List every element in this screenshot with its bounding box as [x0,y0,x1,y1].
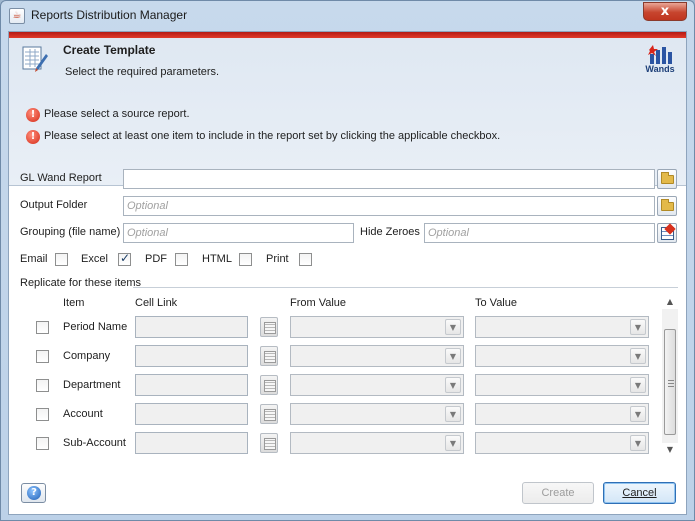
hide-zeroes-picker-button[interactable] [657,223,677,243]
from-value-dropdown[interactable]: ▼ [290,374,464,396]
error-message-items: Please select at least one item to inclu… [44,130,501,142]
format-label-print: Print [266,253,289,265]
cell-picker-button[interactable] [260,375,278,395]
format-label-excel: Excel [81,253,108,265]
scroll-up-icon[interactable]: ▲ [662,295,678,309]
row-checkbox-sub-account[interactable] [36,437,49,450]
folder-icon [661,199,674,211]
to-value-dropdown[interactable]: ▼ [475,374,649,396]
row-checkbox-company[interactable] [36,350,49,363]
scroll-thumb[interactable] [664,329,676,435]
column-header-from-value: From Value [290,297,347,309]
window-title: Reports Distribution Manager [31,8,188,22]
cell-link-input[interactable] [135,316,248,338]
pdf-checkbox[interactable] [175,253,188,266]
dialog-window: ☕ Reports Distribution Manager x Create … [0,0,695,521]
row-checkbox-account[interactable] [36,408,49,421]
cell-picker-button[interactable] [260,317,278,337]
cell-picker-button[interactable] [260,346,278,366]
java-app-icon: ☕ [9,8,25,24]
row-label-company: Company [63,350,111,362]
to-value-dropdown[interactable]: ▼ [475,345,649,367]
grouping-field[interactable]: Optional [123,223,354,243]
cell-link-input[interactable] [135,432,248,454]
error-icon: ! [26,130,40,144]
email-checkbox[interactable] [55,253,68,266]
help-icon: ? [27,486,41,500]
replicate-section-label: Replicate for these items [20,277,142,289]
items-scrollbar[interactable]: ▲ ▼ [662,295,678,457]
format-label-pdf: PDF [145,253,167,265]
error-icon: ! [26,108,40,122]
help-button[interactable]: ? [21,483,46,503]
browse-folder-button[interactable] [657,196,677,216]
excel-checkbox[interactable] [118,251,131,266]
column-header-cell-link: Cell Link [135,297,178,309]
gl-wand-report-field[interactable] [123,169,655,189]
header-subtitle: Select the required parameters. [65,66,220,78]
close-button[interactable]: x [643,2,687,21]
logo-text: Wands [645,64,675,74]
cell-link-input[interactable] [135,374,248,396]
cell-picker-button[interactable] [260,433,278,453]
cell-link-input[interactable] [135,403,248,425]
folder-icon [661,172,674,184]
grouping-label: Grouping (file name) [20,226,121,238]
format-label-email: Email [20,253,48,265]
scroll-down-icon[interactable]: ▼ [662,443,678,457]
from-value-dropdown[interactable]: ▼ [290,403,464,425]
create-button[interactable]: Create [522,482,594,504]
print-checkbox[interactable] [299,253,312,266]
chevron-down-icon: ▼ [630,377,646,393]
chevron-down-icon: ▼ [445,406,461,422]
html-checkbox[interactable] [239,253,252,266]
wands-logo: Wands [642,44,678,76]
cell-picker-button[interactable] [260,404,278,424]
hide-zeroes-field[interactable]: Optional [424,223,655,243]
scroll-track[interactable] [662,309,678,443]
chevron-down-icon: ▼ [630,348,646,364]
cancel-button[interactable]: Cancel [603,482,676,504]
header-panel: Create Template Select the required para… [9,38,686,186]
column-header-item: Item [63,297,85,309]
section-divider [133,287,678,288]
output-folder-label: Output Folder [20,199,88,211]
row-label-account: Account [63,408,103,420]
format-label-html: HTML [202,253,232,265]
chevron-down-icon: ▼ [630,319,646,335]
row-checkbox-department[interactable] [36,379,49,392]
chevron-down-icon: ▼ [445,435,461,451]
to-value-dropdown[interactable]: ▼ [475,432,649,454]
row-label-sub-account: Sub-Account [63,437,126,449]
column-header-to-value: To Value [475,297,517,309]
chevron-down-icon: ▼ [445,319,461,335]
title-bar[interactable]: ☕ Reports Distribution Manager x [1,1,694,31]
row-checkbox-period-name[interactable] [36,321,49,334]
dialog-body: Create Template Select the required para… [8,31,687,515]
chevron-down-icon: ▼ [445,348,461,364]
error-message-source: Please select a source report. [44,108,190,120]
browse-report-button[interactable] [657,169,677,189]
row-label-period-name: Period Name [63,321,128,333]
template-icon [22,46,48,72]
cell-link-input[interactable] [135,345,248,367]
to-value-dropdown[interactable]: ▼ [475,316,649,338]
from-value-dropdown[interactable]: ▼ [290,432,464,454]
from-value-dropdown[interactable]: ▼ [290,316,464,338]
gl-wand-report-label: GL Wand Report [20,172,102,184]
chevron-down-icon: ▼ [630,435,646,451]
hide-zeroes-label: Hide Zeroes [360,226,420,238]
header-title: Create Template [63,43,156,57]
to-value-dropdown[interactable]: ▼ [475,403,649,425]
from-value-dropdown[interactable]: ▼ [290,345,464,367]
chevron-down-icon: ▼ [630,406,646,422]
chevron-down-icon: ▼ [445,377,461,393]
row-label-department: Department [63,379,121,391]
output-folder-field[interactable]: Optional [123,196,655,216]
